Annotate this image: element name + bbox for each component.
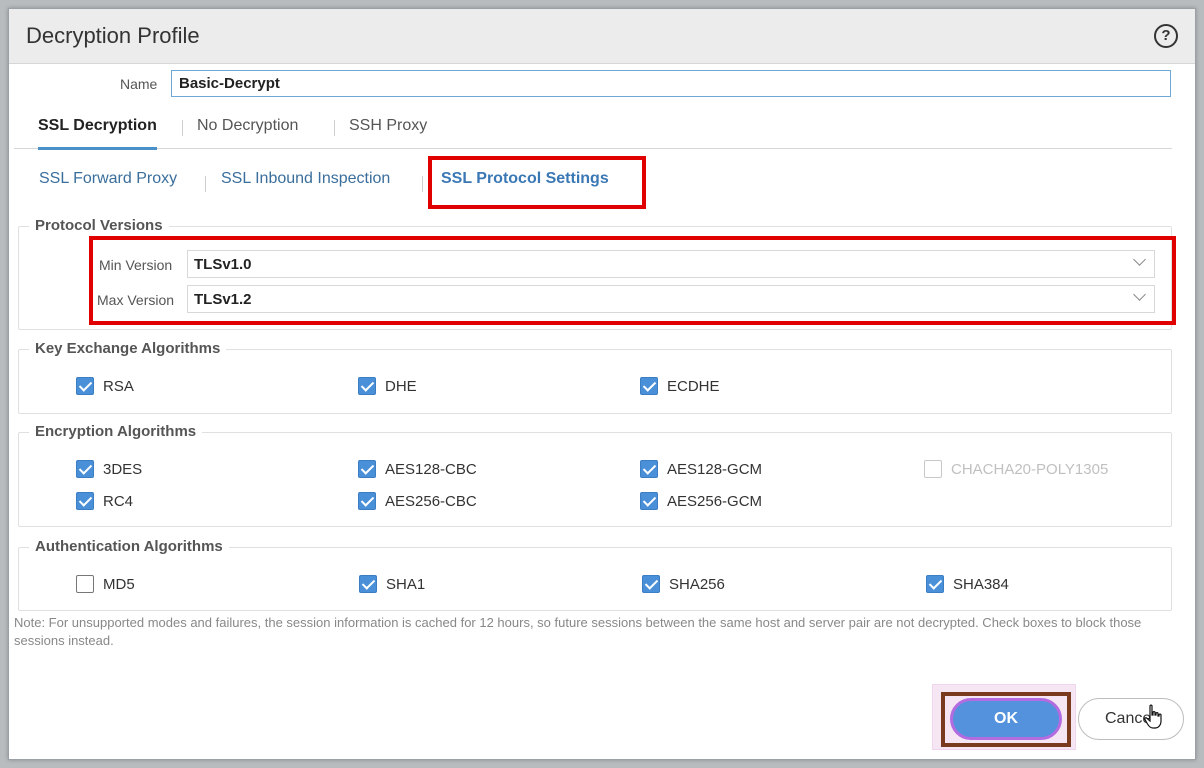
help-circle-icon[interactable]: ? — [1154, 24, 1178, 48]
checkbox-unchecked-icon[interactable] — [76, 575, 94, 593]
checkbox-checked-icon[interactable] — [642, 575, 660, 593]
checkbox-disabled-icon — [924, 460, 942, 478]
subtab-ssl-inbound-inspection[interactable]: SSL Inbound Inspection — [221, 170, 390, 188]
key-exchange-group: Key Exchange Algorithms — [18, 340, 1172, 414]
footer-note: Note: For unsupported modes and failures… — [14, 615, 1142, 648]
subtab-ssl-forward-proxy[interactable]: SSL Forward Proxy — [39, 170, 177, 188]
checkbox-checked-icon[interactable] — [76, 460, 94, 478]
checkbox-label: SHA1 — [386, 575, 426, 593]
checkbox-dhe[interactable]: DHE — [358, 377, 417, 395]
checkbox-md5[interactable]: MD5 — [76, 575, 135, 593]
encryption-group: Encryption Algorithms — [18, 423, 1172, 527]
checkbox-rsa[interactable]: RSA — [76, 377, 134, 395]
checkbox-label: AES256-CBC — [385, 492, 477, 510]
tab-separator — [182, 120, 183, 136]
main-tabs: SSL Decryption No Decryption SSH Proxy — [14, 108, 1172, 150]
checkbox-aes128-cbc[interactable]: AES128-CBC — [358, 460, 477, 478]
authentication-legend: Authentication Algorithms — [29, 538, 229, 555]
tab-separator — [334, 120, 335, 136]
checkbox-checked-icon[interactable] — [76, 492, 94, 510]
checkbox-checked-icon[interactable] — [358, 460, 376, 478]
encryption-legend: Encryption Algorithms — [29, 423, 203, 440]
ok-button[interactable]: OK — [950, 698, 1062, 740]
checkbox-aes256-gcm[interactable]: AES256-GCM — [640, 492, 762, 510]
checkbox-aes256-cbc[interactable]: AES256-CBC — [358, 492, 477, 510]
checkbox-chacha20-poly1305: CHACHA20-POLY1305 — [924, 460, 1108, 478]
checkbox-label: AES256-GCM — [667, 492, 763, 510]
checkbox-label: AES128-GCM — [667, 460, 763, 478]
cancel-button[interactable]: Cancel — [1078, 698, 1184, 740]
hand-cursor-icon — [1144, 704, 1162, 729]
checkbox-label: DHE — [385, 377, 417, 395]
checkbox-label: MD5 — [103, 575, 135, 593]
checkbox-checked-icon[interactable] — [76, 377, 94, 395]
checkbox-label: 3DES — [103, 460, 143, 478]
checkbox-sha1[interactable]: SHA1 — [359, 575, 425, 593]
checkbox-checked-icon[interactable] — [358, 492, 376, 510]
checkbox-label: RC4 — [103, 492, 134, 510]
checkbox-checked-icon[interactable] — [640, 377, 658, 395]
checkbox-label: AES128-CBC — [385, 460, 477, 478]
checkbox-label: CHACHA20-POLY1305 — [951, 460, 1109, 478]
checkbox-sha384[interactable]: SHA384 — [926, 575, 1009, 593]
subtab-separator — [422, 176, 423, 192]
checkbox-label: SHA256 — [669, 575, 725, 593]
checkbox-checked-icon[interactable] — [640, 492, 658, 510]
tab-no-decryption[interactable]: No Decryption — [197, 117, 298, 147]
checkbox-checked-icon[interactable] — [358, 377, 376, 395]
name-input[interactable] — [171, 70, 1171, 97]
subtab-highlight-box — [428, 156, 646, 209]
checkbox-checked-icon[interactable] — [640, 460, 658, 478]
checkbox-3des[interactable]: 3DES — [76, 460, 142, 478]
tab-ssh-proxy[interactable]: SSH Proxy — [349, 117, 427, 147]
checkbox-label: SHA384 — [953, 575, 1009, 593]
checkbox-checked-icon[interactable] — [926, 575, 944, 593]
dialog-titlebar: Decryption Profile ? — [9, 9, 1195, 64]
tab-ssl-decryption[interactable]: SSL Decryption — [38, 117, 157, 150]
subtab-separator — [205, 176, 206, 192]
dialog-title: Decryption Profile — [26, 23, 200, 48]
checkbox-rc4[interactable]: RC4 — [76, 492, 133, 510]
checkbox-aes128-gcm[interactable]: AES128-GCM — [640, 460, 762, 478]
protocol-versions-legend: Protocol Versions — [29, 217, 169, 234]
key-exchange-legend: Key Exchange Algorithms — [29, 340, 227, 357]
checkbox-checked-icon[interactable] — [359, 575, 377, 593]
version-highlight-box — [89, 236, 1176, 325]
checkbox-sha256[interactable]: SHA256 — [642, 575, 725, 593]
checkbox-ecdhe[interactable]: ECDHE — [640, 377, 720, 395]
checkbox-label: ECDHE — [667, 377, 720, 395]
name-label: Name — [120, 76, 158, 92]
checkbox-label: RSA — [103, 377, 134, 395]
